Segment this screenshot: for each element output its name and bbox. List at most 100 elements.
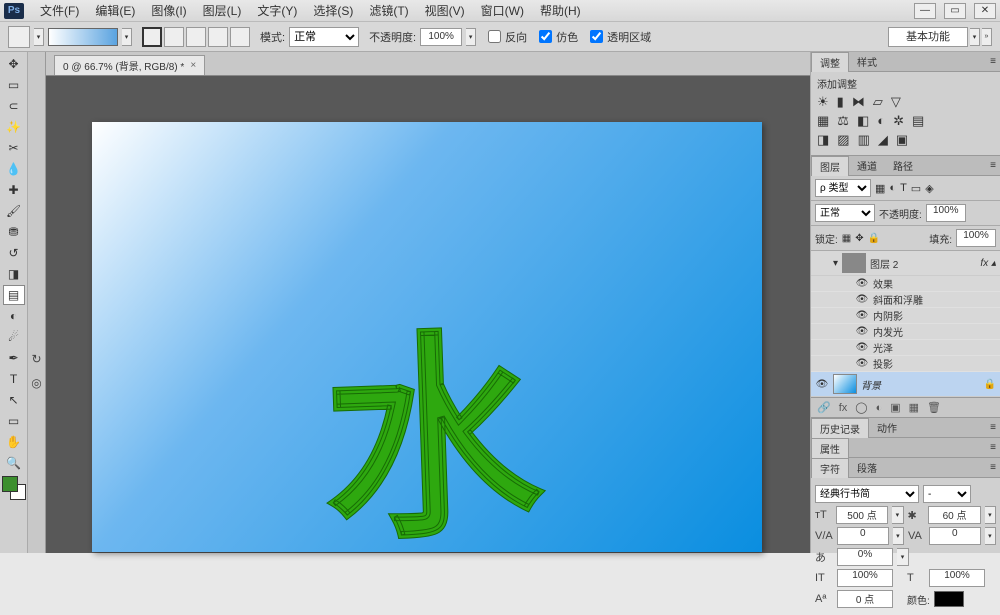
styles-tab[interactable]: 样式 xyxy=(849,52,885,71)
menu-edit[interactable]: 编辑(E) xyxy=(87,0,143,21)
lock-pixels-icon[interactable]: ▦ xyxy=(842,233,851,244)
color-swatches[interactable] xyxy=(2,476,26,500)
pen-tool[interactable]: ✒ xyxy=(3,348,25,368)
fill-value[interactable]: 100% xyxy=(956,229,996,247)
effects-header[interactable]: 👁效果 xyxy=(811,276,1000,292)
hand-tool[interactable]: ✋ xyxy=(3,432,25,452)
stamp-tool[interactable]: ⛃ xyxy=(3,222,25,242)
opacity-dropdown[interactable]: ▾ xyxy=(466,28,476,46)
fg-color-swatch[interactable] xyxy=(2,476,18,492)
fx-eye-icon[interactable]: 👁 xyxy=(855,358,869,369)
vscale-value[interactable]: 100% xyxy=(837,569,893,587)
panel-menu-icon[interactable]: ≡ xyxy=(990,56,1000,67)
gradient-reflected[interactable] xyxy=(208,27,228,47)
leading-value[interactable]: 60 点 xyxy=(928,506,980,524)
history-tab[interactable]: 历史记录 xyxy=(811,418,869,438)
dock-target-icon[interactable]: ◎ xyxy=(31,376,41,390)
height-value[interactable]: 0% xyxy=(837,548,893,566)
fx-inner-glow[interactable]: 👁内发光 xyxy=(811,324,1000,340)
adjustment-layer-icon[interactable]: ◐ xyxy=(876,402,883,414)
adj-vibrance-icon[interactable]: ▽ xyxy=(891,94,901,110)
history-brush-tool[interactable]: ↺ xyxy=(3,243,25,263)
adj-curves-icon[interactable]: ⧓ xyxy=(852,94,865,110)
gradient-tool[interactable]: ▤ xyxy=(3,285,25,305)
workspace-menu[interactable]: » xyxy=(982,28,992,46)
background-layer-row[interactable]: 👁 背景 🔒 xyxy=(811,372,1000,397)
adj-brightness-icon[interactable]: ☀ xyxy=(817,94,829,110)
fx-inner-shadow[interactable]: 👁内阴影 xyxy=(811,308,1000,324)
adj-exposure-icon[interactable]: ▱ xyxy=(873,94,883,110)
adj-threshold-icon[interactable]: ▥ xyxy=(858,132,870,148)
paths-tab[interactable]: 路径 xyxy=(885,156,921,175)
gradient-dropdown[interactable]: ▾ xyxy=(122,28,132,46)
tool-preset-dropdown[interactable] xyxy=(8,26,30,48)
eraser-tool[interactable]: ◨ xyxy=(3,264,25,284)
char-menu-icon[interactable]: ≡ xyxy=(990,462,1000,473)
workspace-dd[interactable]: ▾ xyxy=(970,28,980,46)
kerning-dd[interactable]: ▾ xyxy=(893,527,904,545)
healing-tool[interactable]: ✚ xyxy=(3,180,25,200)
filter-smart-icon[interactable]: ◈ xyxy=(925,182,933,195)
tab-close-icon[interactable]: × xyxy=(190,60,196,71)
fx-satin[interactable]: 👁光泽 xyxy=(811,340,1000,356)
visibility-icon[interactable]: 👁 xyxy=(815,379,829,390)
fx-drop-shadow[interactable]: 👁投影 xyxy=(811,356,1000,372)
adj-gradient-icon[interactable]: ◢ xyxy=(878,132,888,148)
lock-all-icon[interactable]: 🔒 xyxy=(868,233,880,244)
menu-image[interactable]: 图像(I) xyxy=(143,0,194,21)
font-size-dd[interactable]: ▾ xyxy=(892,506,903,524)
height-dd[interactable]: ▾ xyxy=(897,548,909,566)
canvas[interactable]: 水 xyxy=(92,122,762,552)
fx-icon[interactable]: fx xyxy=(839,402,848,414)
gradient-diamond[interactable] xyxy=(230,27,250,47)
layers-menu-icon[interactable]: ≡ xyxy=(990,160,1000,171)
adj-lut-icon[interactable]: ▤ xyxy=(912,113,924,129)
layers-tab[interactable]: 图层 xyxy=(811,156,849,176)
history-menu-icon[interactable]: ≡ xyxy=(990,422,1000,433)
adj-poster-icon[interactable]: ▨ xyxy=(837,132,849,148)
zoom-tool[interactable]: 🔍 xyxy=(3,453,25,473)
font-size-value[interactable]: 500 点 xyxy=(836,506,888,524)
tracking-dd[interactable]: ▾ xyxy=(985,527,996,545)
adj-hue-icon[interactable]: ▦ xyxy=(817,113,829,129)
text-color-swatch[interactable] xyxy=(934,591,964,607)
filter-shape-icon[interactable]: ▭ xyxy=(911,182,921,195)
crop-tool[interactable]: ✂ xyxy=(3,138,25,158)
type-tool[interactable]: T xyxy=(3,369,25,389)
adj-photo-icon[interactable]: ◐ xyxy=(877,113,885,129)
fx-visibility-icon[interactable]: 👁 xyxy=(855,278,869,289)
fx-eye-icon[interactable]: 👁 xyxy=(855,326,869,337)
leading-dd[interactable]: ▾ xyxy=(985,506,996,524)
move-tool[interactable]: ✥ xyxy=(3,54,25,74)
adj-bw-icon[interactable]: ◧ xyxy=(857,113,869,129)
filter-adjust-icon[interactable]: ◐ xyxy=(889,182,896,195)
character-tab[interactable]: 字符 xyxy=(811,458,849,478)
layer-blend-select[interactable]: 正常 xyxy=(815,204,875,222)
minimize-button[interactable]: — xyxy=(914,3,936,19)
lasso-tool[interactable]: ⊂ xyxy=(3,96,25,116)
adj-invert-icon[interactable]: ◨ xyxy=(817,132,829,148)
group-icon[interactable]: ▣ xyxy=(890,401,900,414)
gradient-preview[interactable] xyxy=(48,28,118,46)
font-style-select[interactable]: - xyxy=(923,485,971,503)
adj-levels-icon[interactable]: ▮ xyxy=(837,94,844,110)
menu-layer[interactable]: 图层(L) xyxy=(195,0,250,21)
font-family-select[interactable]: 经典行书简 xyxy=(815,485,919,503)
props-menu-icon[interactable]: ≡ xyxy=(990,442,1000,453)
dock-refresh-icon[interactable]: ↻ xyxy=(31,352,41,366)
gradient-linear[interactable] xyxy=(142,27,162,47)
hscale-value[interactable]: 100% xyxy=(929,569,985,587)
maximize-button[interactable]: ▭ xyxy=(944,3,966,19)
wand-tool[interactable]: ✨ xyxy=(3,117,25,137)
paragraph-tab[interactable]: 段落 xyxy=(849,458,885,477)
adj-balance-icon[interactable]: ⚖ xyxy=(837,113,849,129)
gradient-radial[interactable] xyxy=(164,27,184,47)
layer-opacity-value[interactable]: 100% xyxy=(926,204,966,222)
fx-bevel[interactable]: 👁斜面和浮雕 xyxy=(811,292,1000,308)
filter-pixel-icon[interactable]: ▦ xyxy=(875,182,885,195)
bg-layer-name[interactable]: 背景 xyxy=(861,377,881,392)
new-layer-icon[interactable]: ▦ xyxy=(909,401,919,414)
path-tool[interactable]: ↖ xyxy=(3,390,25,410)
menu-file[interactable]: 文件(F) xyxy=(32,0,87,21)
workspace-select[interactable]: 基本功能 xyxy=(888,27,968,47)
